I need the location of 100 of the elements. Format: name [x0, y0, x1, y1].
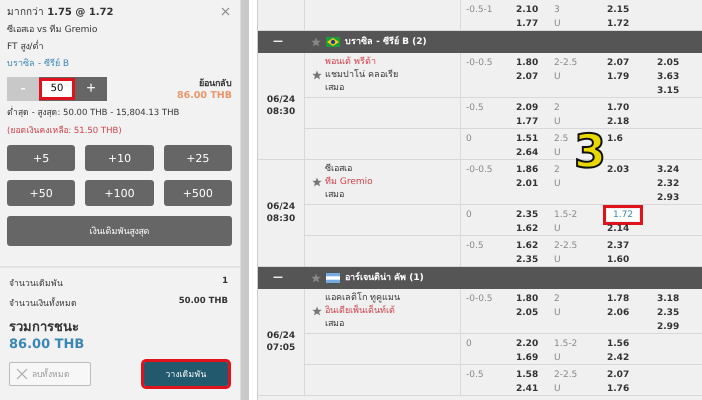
league-header[interactable]: — อาร์เจนติน่า คัพ (1) — [258, 267, 702, 289]
under-label: U — [554, 71, 562, 83]
odds-value[interactable]: 3.15 — [657, 85, 680, 97]
total-line: 1.5-2 — [554, 209, 578, 221]
scrollbar[interactable] — [240, 0, 249, 400]
odds-value[interactable]: 2.01 — [516, 178, 538, 190]
odds-value[interactable]: 2.14 — [607, 223, 630, 235]
odds-value[interactable]: 1.51 — [516, 133, 538, 145]
match-name: ซีเอสเอ vs ทีม Gremio — [7, 24, 98, 36]
odds-value[interactable]: 2.03 — [607, 164, 630, 176]
collapse-toggle[interactable]: — — [258, 36, 298, 48]
stake-limits: ต่ำสุด - สูงสุด: 50.00 THB - 15,804.13 THB — [7, 105, 180, 119]
under-label: U — [554, 147, 562, 159]
under-label: U — [554, 254, 562, 266]
odds-value[interactable]: 2.32 — [657, 178, 680, 190]
under-label: U — [554, 383, 562, 395]
odds-value[interactable]: 1.72 — [607, 209, 640, 221]
handicap-line: -0.5 — [465, 369, 485, 382]
odds-value[interactable]: 1.56 — [607, 338, 630, 350]
handicap-line: -0-0.5 — [465, 164, 494, 177]
odds-value[interactable]: 2.42 — [607, 352, 630, 364]
total-line: 1.5-2 — [554, 338, 578, 350]
odds-value[interactable]: 2.18 — [607, 116, 630, 128]
odds-value[interactable]: 2.35 — [657, 307, 680, 319]
bet-title: มากกว่า 1.75 @ 1.72 — [7, 6, 114, 19]
total-line: 2 — [554, 164, 561, 176]
odds-value[interactable]: 1.6 — [607, 133, 623, 145]
star-icon[interactable] — [312, 70, 322, 80]
close-icon[interactable] — [219, 5, 232, 18]
total-line: 3 — [554, 4, 561, 16]
under-label: U — [554, 223, 562, 235]
team-name: เสมอ — [325, 318, 344, 330]
flag-icon — [326, 37, 340, 47]
odds-value[interactable]: 2.35 — [516, 254, 538, 266]
odds-value[interactable]: 2.15 — [607, 4, 630, 16]
collapse-toggle[interactable]: — — [258, 272, 298, 284]
odds-value[interactable]: 1.69 — [516, 352, 538, 364]
match-time: 08:30 — [266, 106, 296, 118]
odds-value[interactable]: 1.77 — [516, 116, 538, 128]
handicap-line: 0 — [465, 338, 473, 351]
flag-icon — [326, 273, 340, 283]
odds-value[interactable]: 2.35 — [516, 209, 538, 221]
odds-value[interactable]: 2.06 — [607, 307, 630, 319]
odds-value[interactable]: 2.05 — [516, 307, 538, 319]
under-label: U — [554, 307, 562, 319]
odds-value[interactable]: 1.72 — [607, 18, 630, 30]
quick-stake-button[interactable]: +100 — [85, 180, 154, 206]
odds-value[interactable]: 1.62 — [516, 223, 538, 235]
odds-value[interactable]: 3.18 — [657, 293, 680, 305]
quick-stake-button[interactable]: +5 — [7, 145, 76, 171]
odds-value[interactable]: 1.70 — [607, 102, 630, 114]
odds-value[interactable]: 2.20 — [516, 338, 538, 350]
place-bet-button[interactable]: วางเดิมพัน — [144, 362, 228, 386]
team-name: ทีม Gremio — [325, 176, 373, 188]
odds-value[interactable]: 1.80 — [516, 57, 538, 69]
team-name: พอนเต้ พรีต้า — [325, 56, 376, 68]
handicap-line: -0-0.5 — [465, 57, 494, 70]
odds-value[interactable]: 3.63 — [657, 71, 680, 83]
summary-label: จำนวนเดิมพัน — [9, 278, 63, 290]
odds-value[interactable]: 2.64 — [516, 147, 538, 159]
odds-value[interactable]: 1.77 — [516, 18, 538, 30]
odds-value[interactable]: 2.07 — [607, 57, 630, 69]
max-stake-button[interactable]: เงินเดิมพันสูงสุด — [7, 216, 232, 246]
odds-value[interactable]: 2.10 — [516, 4, 538, 16]
league-name: อาร์เจนติน่า คัพ (1) — [345, 272, 424, 284]
team-name: แชมปาโน่ คลอเรีย — [325, 69, 398, 81]
total-line: 2.5 — [554, 133, 570, 145]
quick-stake-button[interactable]: +10 — [85, 145, 154, 171]
odds-value[interactable]: 2.09 — [516, 102, 538, 114]
quick-stake-button[interactable]: +50 — [7, 180, 76, 206]
odds-value[interactable]: 1.79 — [607, 71, 630, 83]
total-line: 2-2.5 — [554, 369, 578, 381]
total-line: 2 — [554, 293, 561, 305]
odds-value[interactable]: 1.78 — [607, 293, 630, 305]
league-header[interactable]: — บราซิล - ซีรีย์ B (2) — [258, 31, 702, 53]
odds-value[interactable]: 2.07 — [516, 71, 538, 83]
quick-stake-button[interactable]: +25 — [164, 145, 232, 171]
odds-value[interactable]: 1.76 — [607, 383, 630, 395]
odds-value[interactable]: 1.86 — [516, 164, 538, 176]
odds-value[interactable]: 2.05 — [657, 57, 680, 69]
odds-value[interactable]: 1.80 — [516, 293, 538, 305]
team-name: แอคเลติโก ทูคูแมน — [325, 292, 400, 304]
odds-value[interactable]: 2.37 — [607, 240, 630, 252]
odds-value[interactable]: 2.99 — [657, 321, 680, 333]
odds-value[interactable]: 1.58 — [516, 369, 538, 381]
quick-stake-button[interactable]: +500 — [164, 180, 232, 206]
league-link[interactable]: บราซิล - ซีรีย์ B — [7, 56, 232, 70]
odds-value[interactable]: 1.62 — [516, 240, 538, 252]
star-icon[interactable] — [311, 37, 321, 47]
league-name: บราซิล - ซีรีย์ B (2) — [345, 36, 427, 48]
odds-value[interactable]: 1.60 — [607, 254, 630, 266]
star-icon[interactable] — [311, 273, 321, 283]
odds-value[interactable]: 2.93 — [657, 192, 680, 204]
odds-value[interactable]: 2.41 — [516, 383, 538, 395]
odds-value[interactable]: 3.24 — [657, 164, 680, 176]
star-icon[interactable] — [312, 177, 322, 187]
summary-label: จำนวนเงินทั้งหมด — [9, 296, 77, 310]
star-icon[interactable] — [312, 306, 322, 316]
odds-value[interactable]: 2.07 — [607, 369, 630, 381]
stake-input[interactable]: 50 — [39, 78, 75, 100]
